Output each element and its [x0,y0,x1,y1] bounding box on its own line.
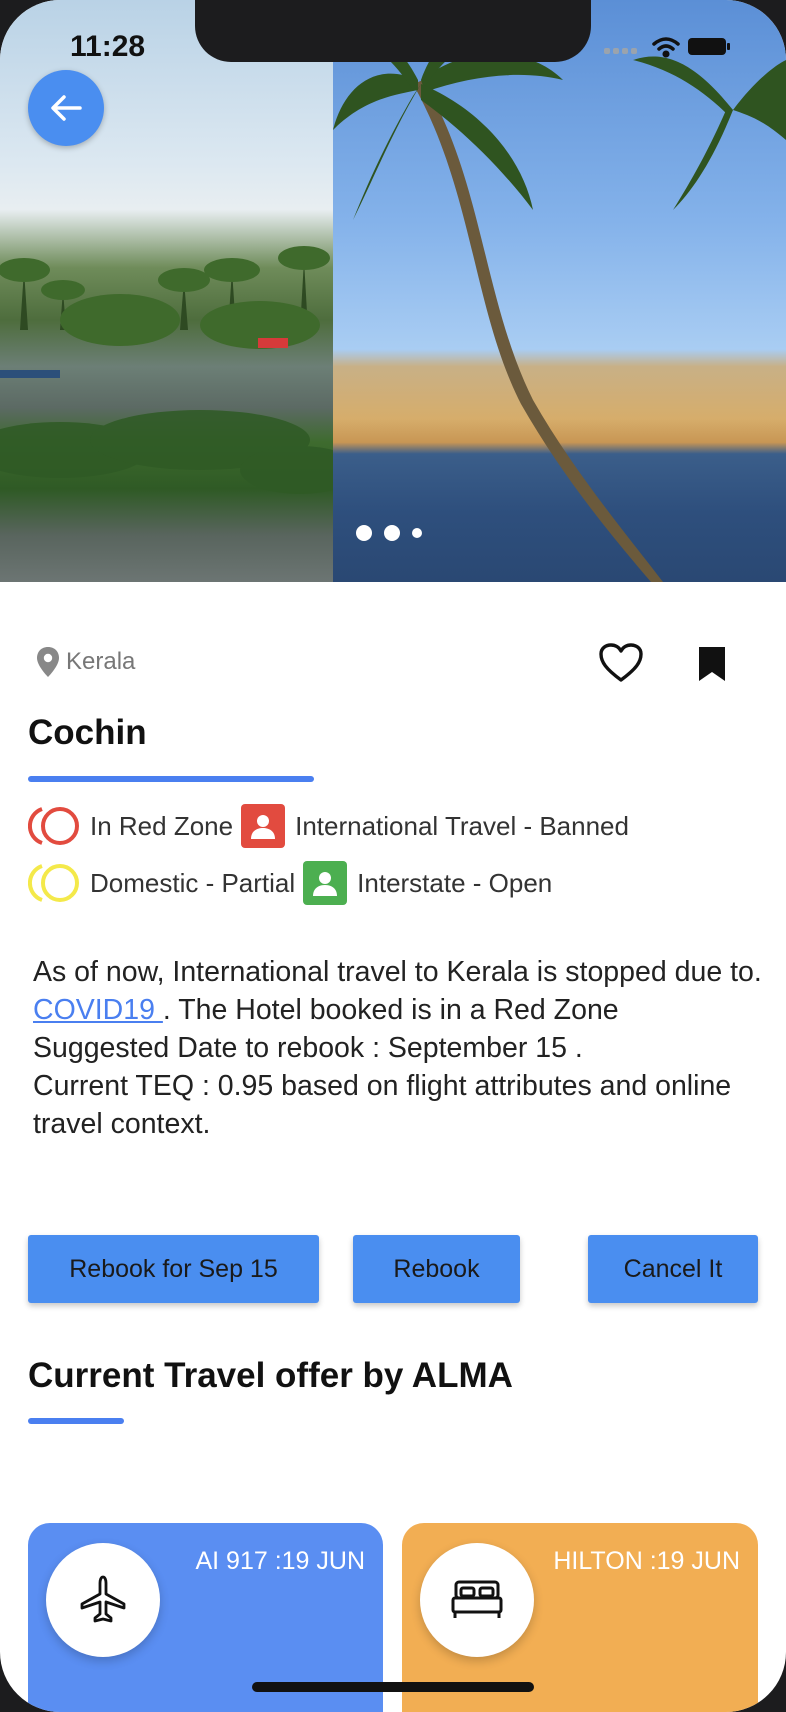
location-row: Kerala [36,646,135,678]
rebook-button[interactable]: Rebook [353,1235,520,1303]
bookmark-icon [699,647,725,681]
location-pin-icon [37,647,59,677]
app-screen: 11:28 Kerala Cochin In Red Zone Internat… [0,0,786,1712]
image-carousel[interactable]: 11:28 [0,0,786,582]
carousel-dot[interactable] [384,525,400,541]
person-badge-icon [303,861,348,905]
advisory-text-part: . The Hotel booked is in a Red Zone [162,994,619,1026]
status-icons [604,34,734,58]
bookmark-button[interactable] [696,644,728,689]
teq-score-text: Current TEQ : 0.95 based on flight attri… [33,1070,732,1140]
wifi-icon [652,37,680,58]
international-travel-label: International Travel - Banned [295,810,629,841]
travel-advisory-text: As of now, International travel to Keral… [33,953,763,1143]
partial-zone-icon [27,862,82,904]
red-zone-icon [27,805,82,847]
arrow-left-icon [51,95,82,121]
back-button[interactable] [28,70,104,146]
section-underline [28,1418,124,1424]
restriction-row: Domestic - Partial Interstate - Open [27,861,553,905]
rebook-date-button[interactable]: Rebook for Sep 15 [28,1235,319,1303]
red-zone-label: In Red Zone [90,810,234,841]
bed-icon [451,1580,503,1618]
suggested-date-text: Suggested Date to rebook : September 15 … [33,1032,583,1064]
section-title: Current Travel offer by ALMA [28,1356,513,1395]
signal-icon [604,48,637,54]
carousel-dot[interactable] [412,528,422,538]
palm-tree-scenery [333,7,786,582]
battery-icon [688,38,730,55]
interstate-label: Interstate - Open [357,867,553,898]
beach-palm-photo [333,0,786,582]
person-badge-icon [241,804,286,848]
favorite-button[interactable] [598,642,644,689]
status-time: 11:28 [70,30,146,63]
covid19-link[interactable]: COVID19 [33,994,163,1026]
heart-icon [599,643,643,682]
offer-icon-circle [46,1543,160,1657]
carousel-dots [356,525,422,541]
title-underline [28,776,314,782]
destination-title: Cochin [28,713,147,752]
domestic-label: Domestic - Partial [90,867,296,898]
cancel-button[interactable]: Cancel It [588,1235,758,1303]
carousel-dot[interactable] [356,525,372,541]
restriction-row: In Red Zone International Travel - Banne… [27,804,629,848]
hotel-offer-label: HILTON :19 JUN [553,1547,740,1575]
device-notch [195,0,591,62]
home-indicator[interactable] [252,1682,534,1692]
airplane-icon [80,1575,126,1623]
flight-offer-label: AI 917 :19 JUN [195,1547,365,1575]
offer-icon-circle [420,1543,534,1657]
advisory-text-part: As of now, International travel to Keral… [33,956,762,988]
location-label: Kerala [66,648,136,675]
